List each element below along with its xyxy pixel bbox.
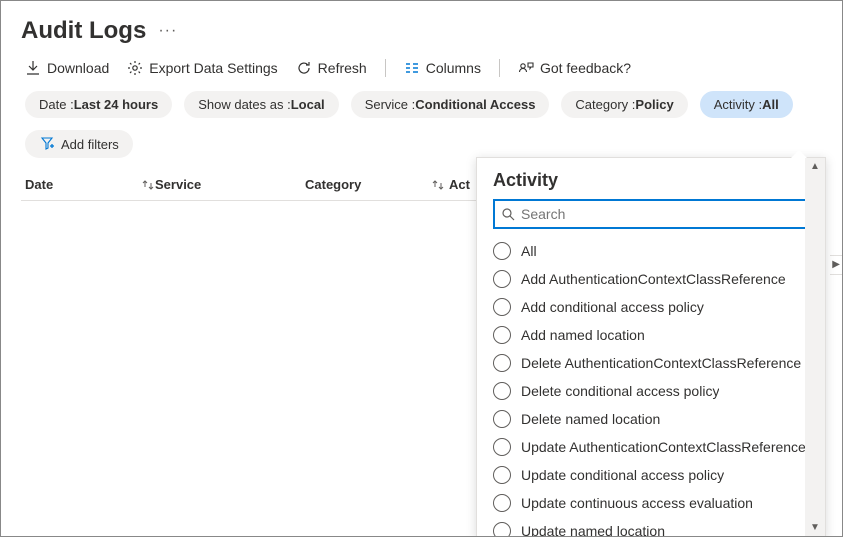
filter-show-dates[interactable]: Show dates as : Local xyxy=(184,91,338,118)
radio-icon[interactable] xyxy=(493,382,511,400)
col-activity-label: Act xyxy=(449,177,470,192)
filter-category-label: Category : xyxy=(575,97,635,112)
dropdown-title: Activity xyxy=(477,158,825,199)
dropdown-option-label: Update AuthenticationContextClassReferen… xyxy=(521,439,806,455)
filter-service-label: Service : xyxy=(365,97,416,112)
scroll-up-icon[interactable]: ▲ xyxy=(810,162,820,172)
filter-category-value: Policy xyxy=(635,97,673,112)
add-filters-label: Add filters xyxy=(61,137,119,152)
radio-icon[interactable] xyxy=(493,494,511,512)
download-icon xyxy=(25,60,41,76)
radio-icon[interactable] xyxy=(493,410,511,428)
filter-show-dates-label: Show dates as : xyxy=(198,97,291,112)
download-button[interactable]: Download xyxy=(25,60,109,76)
dropdown-option-label: Update named location xyxy=(521,523,665,537)
dropdown-option-label: Add conditional access policy xyxy=(521,299,704,315)
dropdown-option[interactable]: Update continuous access evaluation xyxy=(493,489,817,517)
filter-show-dates-value: Local xyxy=(291,97,325,112)
add-filters-button[interactable]: Add filters xyxy=(25,130,133,158)
dropdown-scrollbar[interactable]: ▲ ▼ xyxy=(805,158,825,537)
filter-service[interactable]: Service : Conditional Access xyxy=(351,91,550,118)
dropdown-option[interactable]: Add AuthenticationContextClassReference xyxy=(493,265,817,293)
filter-activity-value: All xyxy=(762,97,779,112)
dropdown-option[interactable]: Delete named location xyxy=(493,405,817,433)
filter-activity-label: Activity : xyxy=(714,97,762,112)
columns-button[interactable]: Columns xyxy=(404,60,481,76)
audit-logs-window: Audit Logs ··· Download Export Data Sett… xyxy=(0,0,843,537)
dropdown-option[interactable]: Delete AuthenticationContextClassReferen… xyxy=(493,349,817,377)
feedback-label: Got feedback? xyxy=(540,60,631,76)
refresh-label: Refresh xyxy=(318,60,367,76)
radio-icon[interactable] xyxy=(493,438,511,456)
download-label: Download xyxy=(47,60,109,76)
dropdown-option[interactable]: All xyxy=(493,237,817,265)
radio-icon[interactable] xyxy=(493,298,511,316)
dropdown-option-label: Add named location xyxy=(521,327,645,343)
radio-icon[interactable] xyxy=(493,522,511,537)
export-settings-button[interactable]: Export Data Settings xyxy=(127,60,277,76)
search-icon xyxy=(501,207,515,221)
dropdown-option[interactable]: Update conditional access policy xyxy=(493,461,817,489)
page-scroll-right-icon[interactable]: ▶ xyxy=(830,255,842,275)
dropdown-option[interactable]: Update named location xyxy=(493,517,817,537)
refresh-button[interactable]: Refresh xyxy=(296,60,367,76)
feedback-icon xyxy=(518,60,534,76)
toolbar: Download Export Data Settings Refresh Co… xyxy=(1,53,842,91)
dropdown-option-label: Update continuous access evaluation xyxy=(521,495,753,511)
export-label: Export Data Settings xyxy=(149,60,277,76)
dropdown-option[interactable]: Delete conditional access policy xyxy=(493,377,817,405)
add-filter-icon xyxy=(39,136,55,152)
dropdown-option[interactable]: Update AuthenticationContextClassReferen… xyxy=(493,433,817,461)
radio-icon[interactable] xyxy=(493,242,511,260)
filter-date-label: Date : xyxy=(39,97,74,112)
radio-icon[interactable] xyxy=(493,270,511,288)
col-service-label: Service xyxy=(155,177,201,192)
dropdown-option-label: Delete named location xyxy=(521,411,660,427)
sort-icon xyxy=(141,178,155,192)
filter-date-value: Last 24 hours xyxy=(74,97,159,112)
scroll-track[interactable] xyxy=(805,172,825,523)
dropdown-option-label: All xyxy=(521,243,537,259)
columns-label: Columns xyxy=(426,60,481,76)
header: Audit Logs ··· xyxy=(1,1,842,53)
sort-icon xyxy=(431,178,445,192)
dropdown-option[interactable]: Add conditional access policy xyxy=(493,293,817,321)
column-header-date[interactable]: Date xyxy=(25,177,155,192)
search-input[interactable] xyxy=(521,206,801,222)
activity-dropdown: Activity All Add AuthenticationContextCla… xyxy=(476,157,826,537)
col-category-label: Category xyxy=(305,177,361,192)
dropdown-option-label: Update conditional access policy xyxy=(521,467,724,483)
filter-service-value: Conditional Access xyxy=(415,97,535,112)
filter-activity[interactable]: Activity : All xyxy=(700,91,793,118)
column-header-category[interactable]: Category xyxy=(305,177,445,192)
dropdown-option-label: Delete AuthenticationContextClassReferen… xyxy=(521,355,801,371)
filter-category[interactable]: Category : Policy xyxy=(561,91,687,118)
dropdown-option-label: Delete conditional access policy xyxy=(521,383,719,399)
separator xyxy=(385,59,386,77)
dropdown-option-list[interactable]: All Add AuthenticationContextClassReferen… xyxy=(477,237,825,537)
gear-icon xyxy=(127,60,143,76)
dropdown-search-wrap[interactable] xyxy=(493,199,809,229)
more-menu-icon[interactable]: ··· xyxy=(158,22,177,40)
radio-icon[interactable] xyxy=(493,466,511,484)
scroll-down-icon[interactable]: ▼ xyxy=(810,523,820,533)
radio-icon[interactable] xyxy=(493,354,511,372)
dropdown-option-label: Add AuthenticationContextClassReference xyxy=(521,271,786,287)
feedback-button[interactable]: Got feedback? xyxy=(518,60,631,76)
refresh-icon xyxy=(296,60,312,76)
col-date-label: Date xyxy=(25,177,53,192)
column-header-service[interactable]: Service xyxy=(155,177,305,192)
dropdown-option[interactable]: Add named location xyxy=(493,321,817,349)
page-title: Audit Logs xyxy=(21,17,146,45)
column-header-activity[interactable]: Act xyxy=(449,177,470,192)
radio-icon[interactable] xyxy=(493,326,511,344)
separator xyxy=(499,59,500,77)
columns-icon xyxy=(404,60,420,76)
filter-date[interactable]: Date : Last 24 hours xyxy=(25,91,172,118)
